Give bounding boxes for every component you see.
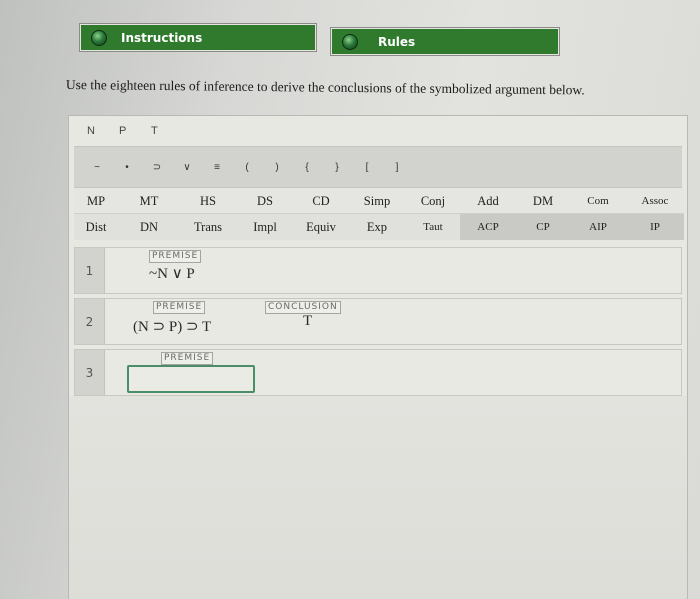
symbol-horseshoe-button[interactable]: ⊃ [142,162,172,173]
symbol-wedge-button[interactable]: ∨ [172,162,202,173]
rule-add-button[interactable]: Add [460,188,516,213]
empty-proof-area [69,396,687,599]
variable-button-n[interactable]: N [87,125,119,137]
rule-acp-button[interactable]: ACP [460,214,516,240]
symbol-lparen-button[interactable]: ( [232,162,262,173]
rule-hs-button[interactable]: HS [180,188,236,213]
symbol-rparen-button[interactable]: ) [262,162,292,173]
rule-simp-button[interactable]: Simp [348,188,406,213]
rule-dn-button[interactable]: DN [118,214,180,240]
rule-aip-button[interactable]: AIP [570,214,626,240]
variable-button-t[interactable]: T [151,125,183,137]
rules-row-2: Dist DN Trans Impl Equiv Exp Taut ACP CP… [74,214,684,240]
symbol-rbracket-button[interactable]: ] [382,162,412,173]
rule-mt-button[interactable]: MT [118,188,180,213]
instruction-text: Use the eighteen rules of inference to d… [65,77,585,98]
rule-ds-button[interactable]: DS [236,188,294,213]
rules-grid: MP MT HS DS CD Simp Conj Add DM Com Asso… [74,188,684,240]
rule-assoc-button[interactable]: Assoc [626,188,684,213]
symbol-tilde-button[interactable]: ~ [82,162,112,173]
rules-tab-label: Rules [378,34,416,49]
rule-impl-button[interactable]: Impl [236,214,294,240]
rule-com-button[interactable]: Com [570,188,626,213]
rule-dist-button[interactable]: Dist [74,214,118,240]
proof-line-1[interactable]: 1 PREMISE ~N ∨ P [74,247,682,294]
line-number: 1 [75,248,105,293]
instructions-tab-label: Instructions [121,30,203,45]
line-formula: (N ⊃ P) ⊃ T [133,319,212,335]
symbol-lbracket-button[interactable]: [ [352,162,382,173]
symbol-triplebar-button[interactable]: ≡ [202,162,232,173]
rule-cp-button[interactable]: CP [516,214,570,240]
premise-input[interactable] [127,365,255,393]
premise-tag: PREMISE [161,352,214,365]
symbol-dot-button[interactable]: • [112,162,142,173]
variable-bar: N P T [69,116,687,146]
rule-equiv-button[interactable]: Equiv [294,214,348,240]
proof-line-2[interactable]: 2 PREMISE (N ⊃ P) ⊃ T CONCLUSION T [74,298,682,345]
symbol-rbrace-button[interactable]: } [322,162,352,173]
line-number: 2 [75,299,105,344]
rule-ip-button[interactable]: IP [626,214,684,240]
instructions-tab[interactable]: Instructions [80,24,316,51]
rule-exp-button[interactable]: Exp [348,214,406,240]
symbol-lbrace-button[interactable]: { [292,162,322,173]
rules-row-1: MP MT HS DS CD Simp Conj Add DM Com Asso… [74,188,684,214]
proof-line-3[interactable]: 3 PREMISE [74,349,682,396]
rules-tab[interactable]: Rules [331,28,559,55]
line-number: 3 [75,350,105,395]
rule-taut-button[interactable]: Taut [406,214,460,240]
variable-button-p[interactable]: P [119,125,151,137]
proof-workspace: N P T ~ • ⊃ ∨ ≡ ( ) { } [ ] MP MT HS DS … [68,115,688,599]
rule-mp-button[interactable]: MP [74,188,118,213]
rule-conj-button[interactable]: Conj [406,188,460,213]
globe-icon [342,33,358,50]
symbol-bar: ~ • ⊃ ∨ ≡ ( ) { } [ ] [74,146,682,188]
premise-tag: PREMISE [149,250,202,263]
line-formula: ~N ∨ P [149,266,195,282]
globe-icon [91,29,107,46]
rule-cd-button[interactable]: CD [294,188,348,213]
conclusion-formula: T [303,313,313,329]
rule-trans-button[interactable]: Trans [180,214,236,240]
rule-dm-button[interactable]: DM [516,188,570,213]
premise-tag: PREMISE [153,301,206,314]
